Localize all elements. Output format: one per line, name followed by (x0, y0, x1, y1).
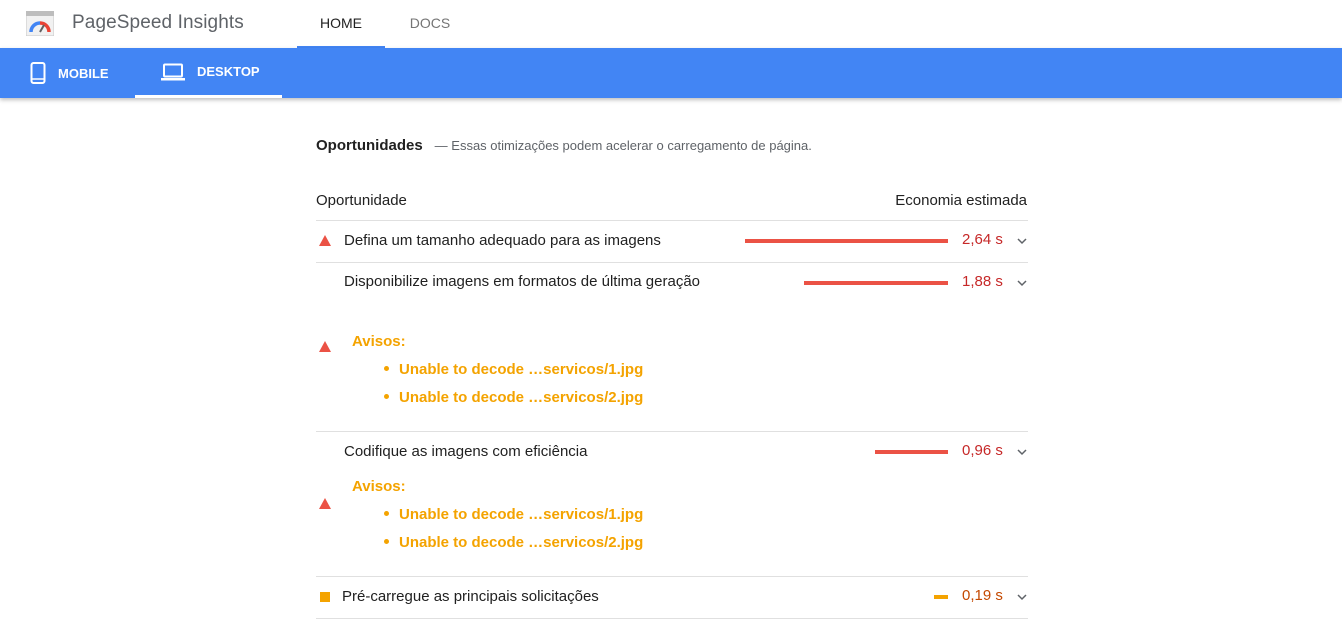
audit-title: Disponibilize imagens em formatos de últ… (344, 273, 701, 290)
bullet-icon (384, 510, 389, 516)
tab-mobile-label: MOBILE (58, 65, 109, 81)
savings-value: 1,88 s (962, 273, 1003, 290)
audit-title: Codifique as imagens com eficiência (344, 443, 588, 460)
column-header-savings: Economia estimada (895, 192, 1027, 209)
savings-bar (804, 281, 948, 285)
column-header-opportunity: Oportunidade (316, 192, 407, 209)
warning-item: Unable to decode …servicos/2.jpg (384, 389, 643, 406)
warnings-title: Avisos: (352, 478, 406, 495)
tab-desktop[interactable]: DESKTOP (135, 48, 282, 98)
bullet-icon (384, 393, 389, 399)
fail-triangle-icon (319, 341, 331, 352)
divider (316, 618, 1028, 619)
tab-desktop-label: DESKTOP (197, 64, 260, 79)
nav-tab-docs[interactable]: DOCS (392, 0, 468, 48)
fail-triangle-icon (319, 235, 331, 246)
average-square-icon (320, 592, 330, 602)
device-tab-bar: MOBILE DESKTOP (0, 48, 1342, 98)
warnings-title: Avisos: (352, 333, 406, 350)
chevron-down-icon[interactable] (1015, 590, 1029, 604)
chevron-down-icon[interactable] (1015, 276, 1029, 290)
smartphone-icon (30, 62, 46, 84)
chevron-down-icon[interactable] (1015, 234, 1029, 248)
divider (316, 262, 1028, 263)
bullet-icon (384, 365, 389, 371)
chevron-down-icon[interactable] (1015, 445, 1029, 459)
pagespeed-logo-icon (26, 11, 54, 36)
audit-title: Pré-carregue as principais solicitações (342, 588, 599, 605)
app-title: PageSpeed Insights (72, 12, 244, 33)
bullet-icon (384, 538, 389, 544)
top-app-bar: PageSpeed Insights HOME DOCS (0, 0, 1342, 48)
savings-value: 2,64 s (962, 231, 1003, 248)
section-title: Oportunidades (316, 137, 423, 154)
warning-item: Unable to decode …servicos/1.jpg (384, 506, 643, 523)
warning-text: Unable to decode …servicos/2.jpg (399, 534, 644, 551)
opportunities-header: Oportunidades — Essas otimizações podem … (316, 137, 812, 154)
section-description: — Essas otimizações podem acelerar o car… (434, 138, 812, 153)
savings-bar (875, 450, 948, 454)
tab-mobile[interactable]: MOBILE (30, 48, 109, 98)
warning-text: Unable to decode …servicos/2.jpg (399, 389, 644, 406)
nav-tab-home[interactable]: HOME (297, 0, 385, 48)
savings-bar (934, 595, 948, 599)
savings-bar (745, 239, 948, 243)
savings-value: 0,96 s (962, 442, 1003, 459)
divider (316, 220, 1028, 221)
laptop-icon (161, 63, 185, 80)
audit-title: Defina um tamanho adequado para as image… (344, 232, 661, 249)
fail-triangle-icon (319, 498, 331, 509)
savings-value: 0,19 s (962, 587, 1003, 604)
warning-text: Unable to decode …servicos/1.jpg (399, 506, 644, 523)
warning-text: Unable to decode …servicos/1.jpg (399, 361, 644, 378)
warning-item: Unable to decode …servicos/1.jpg (384, 361, 643, 378)
warning-item: Unable to decode …servicos/2.jpg (384, 534, 643, 551)
divider (316, 576, 1028, 577)
divider (316, 431, 1028, 432)
